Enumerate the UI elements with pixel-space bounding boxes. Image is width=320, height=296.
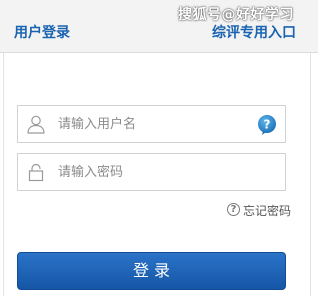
special-entry-link[interactable]: 综评专用入口 [212,22,296,42]
page-title: 用户登录 [14,25,70,41]
watermark: 搜狐号@好好学习 [178,7,294,23]
username-field[interactable]: ? [17,105,286,143]
password-field[interactable] [17,153,286,191]
password-input[interactable] [58,154,258,190]
help-icon[interactable]: ? [256,114,278,136]
user-icon [27,115,45,134]
login-button[interactable]: 登 录 [17,252,286,290]
login-header: 用户登录 综评专用入口 搜狐号@好好学习 [0,0,318,53]
forgot-password-label: 忘记密码 [243,204,292,218]
question-circle-icon: ? [227,203,240,216]
lock-icon [28,163,44,182]
svg-text:?: ? [264,118,271,132]
username-input[interactable] [58,106,258,142]
